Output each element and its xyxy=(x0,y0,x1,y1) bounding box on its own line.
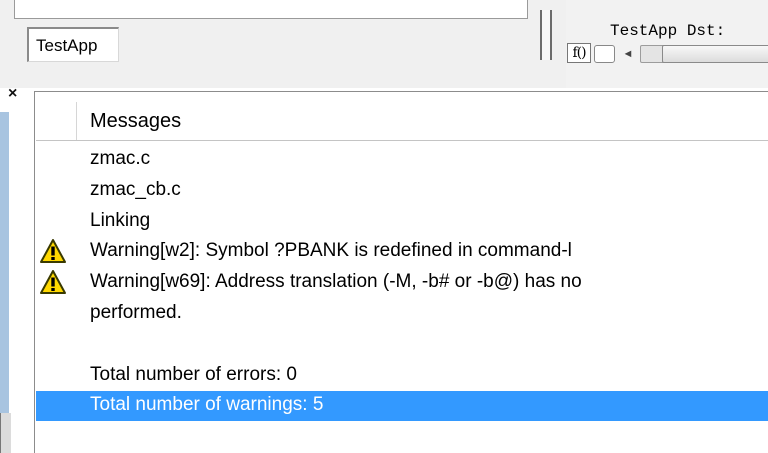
message-row[interactable]: Total number of errors: 0 xyxy=(36,361,768,391)
message-text: Warning[w69]: Address translation (-M, -… xyxy=(90,271,582,292)
message-row[interactable]: Linking xyxy=(36,207,768,237)
vertical-tab[interactable] xyxy=(0,413,11,453)
scrollbar-thumb[interactable] xyxy=(662,45,768,63)
message-row[interactable]: performed. xyxy=(36,299,768,329)
message-row[interactable]: zmac.c xyxy=(36,145,768,175)
messages-column-header[interactable]: Messages xyxy=(90,110,181,133)
dock-side-bar xyxy=(0,112,9,453)
message-row[interactable] xyxy=(36,330,768,360)
workspace-tab-label: TestApp xyxy=(36,36,98,55)
message-text: Warning[w2]: Symbol ?PBANK is redefined … xyxy=(90,240,572,261)
function-list-button[interactable]: f() xyxy=(567,43,591,63)
message-text: Total number of errors: 0 xyxy=(90,364,297,385)
toggle-button[interactable] xyxy=(594,45,615,63)
workspace-file-list[interactable] xyxy=(14,0,528,19)
message-text: zmac_cb.c xyxy=(90,179,181,200)
editor-code-line: TestApp Dst: xyxy=(610,22,726,40)
top-area: TestApp TestApp Dst: f() ◄ xyxy=(0,0,768,88)
message-row[interactable]: Total number of warnings: 5 xyxy=(36,391,768,421)
message-row[interactable]: Warning[w2]: Symbol ?PBANK is redefined … xyxy=(36,237,768,267)
scroll-left-arrow-icon[interactable]: ◄ xyxy=(619,45,637,63)
pane-splitter[interactable] xyxy=(540,10,566,60)
message-row[interactable]: zmac_cb.c xyxy=(36,176,768,206)
warning-icon xyxy=(40,239,66,263)
message-text: Linking xyxy=(90,210,151,231)
warning-icon xyxy=(40,270,66,294)
header-divider xyxy=(76,102,77,140)
close-icon[interactable]: × xyxy=(8,85,17,103)
message-text: Total number of warnings: 5 xyxy=(90,394,324,415)
workspace-tab-testapp[interactable]: TestApp xyxy=(27,27,119,62)
editor-pane[interactable] xyxy=(566,0,768,88)
message-text: performed. xyxy=(90,302,182,323)
message-row[interactable]: Warning[w69]: Address translation (-M, -… xyxy=(36,268,768,298)
message-text: zmac.c xyxy=(90,148,151,169)
